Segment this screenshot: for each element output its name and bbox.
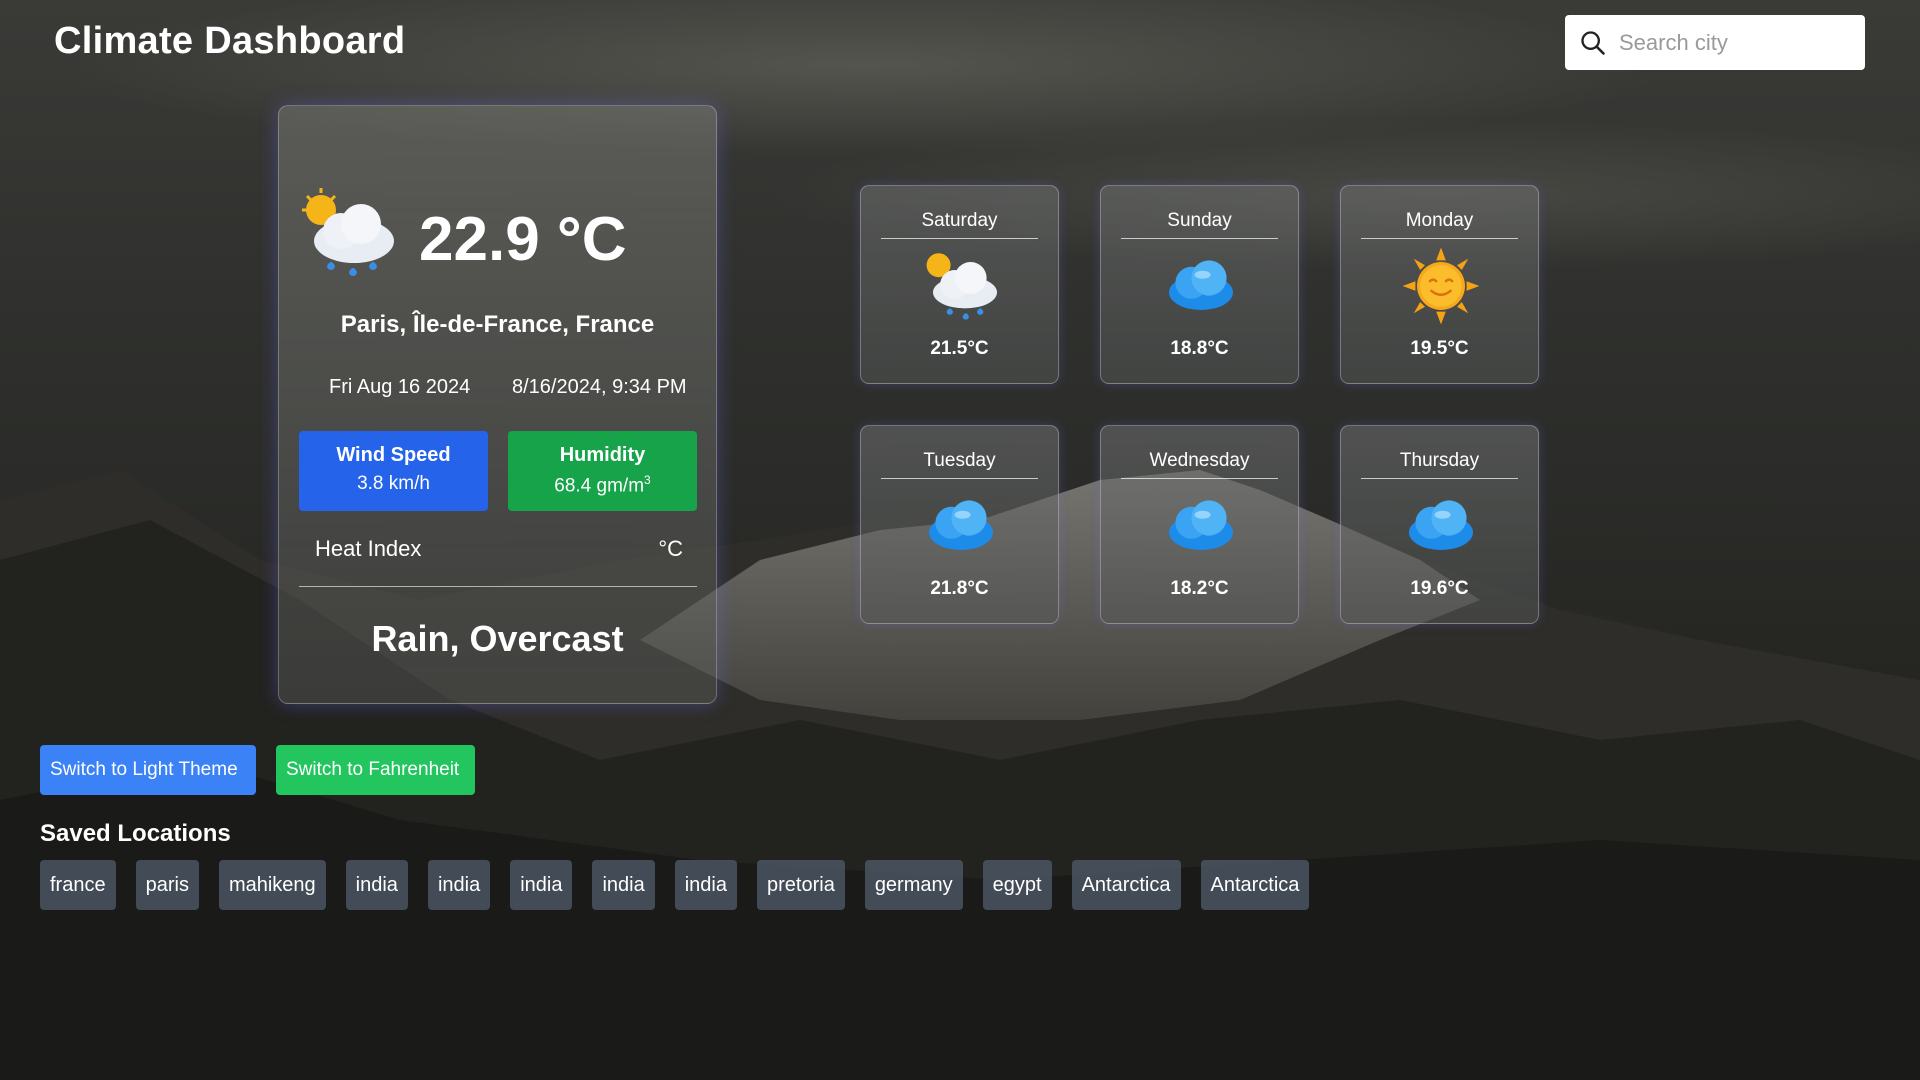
forecast-card: Tuesday 21.8°C	[860, 425, 1059, 624]
forecast-day: Monday	[1361, 210, 1518, 239]
heat-index-unit: °C	[658, 536, 683, 561]
saved-location-chip[interactable]: germany	[864, 860, 963, 910]
saved-location-chip[interactable]: india	[674, 860, 737, 910]
forecast-temp: 19.5°C	[1410, 338, 1469, 359]
switch-unit-button[interactable]: Switch to Fahrenheit	[276, 745, 475, 795]
forecast-day: Tuesday	[881, 450, 1038, 479]
sun-icon	[1402, 247, 1480, 325]
cloud-icon	[929, 500, 993, 550]
sun-cloud-rain-icon	[302, 188, 394, 276]
forecast-temp: 18.8°C	[1170, 338, 1229, 359]
heat-index-label: Heat Index	[315, 536, 422, 561]
cloud-icon	[1409, 500, 1473, 550]
wind-speed-label: Wind Speed	[336, 444, 451, 466]
humidity-value: 68.4 gm/m	[554, 475, 645, 497]
forecast-card: Saturday 21.5°C	[860, 185, 1059, 384]
location-name: Paris, Île-de-France, France	[340, 311, 655, 338]
forecast-temp: 18.2°C	[1170, 578, 1229, 599]
current-temperature: 22.9 °C	[419, 205, 627, 274]
humidity-unit-exponent: 3	[644, 473, 651, 487]
forecast-card: Thursday 19.6°C	[1340, 425, 1539, 624]
forecast-day: Wednesday	[1121, 450, 1278, 479]
forecast-temp: 21.8°C	[930, 578, 989, 599]
wind-speed-value: 3.8 km/h	[357, 473, 430, 494]
forecast-day: Sunday	[1121, 210, 1278, 239]
saved-location-chip[interactable]: mahikeng	[218, 860, 326, 910]
saved-location-chip[interactable]: Antarctica	[1071, 860, 1181, 910]
search-box[interactable]	[1565, 15, 1865, 70]
forecast-temp: 19.6°C	[1410, 578, 1469, 599]
humidity-box: Humidity 68.4 gm/m3	[508, 431, 697, 511]
current-date: Fri Aug 16 2024	[329, 376, 471, 398]
sun-cloud-rain-icon	[926, 253, 997, 320]
saved-location-chip[interactable]: Antarctica	[1200, 860, 1310, 910]
saved-location-chip[interactable]: egypt	[982, 860, 1052, 910]
saved-location-chip[interactable]: pretoria	[757, 860, 845, 910]
switch-theme-button[interactable]: Switch to Light Theme	[40, 745, 256, 795]
forecast-card: Wednesday 18.2°C	[1100, 425, 1299, 624]
forecast-day: Saturday	[881, 210, 1038, 239]
search-icon	[1581, 30, 1605, 55]
heat-index-row: Heat Index °C	[299, 536, 697, 587]
forecast-card: Monday 19.5°C	[1340, 185, 1539, 384]
cloud-icon	[1169, 500, 1233, 550]
cloud-icon	[1169, 260, 1233, 310]
forecast-day: Thursday	[1361, 450, 1518, 479]
saved-locations-title: Saved Locations	[40, 820, 231, 847]
saved-location-chip[interactable]: india	[510, 860, 573, 910]
humidity-value-row: 68.4 gm/m3	[508, 473, 697, 497]
forecast-card: Sunday 18.8°C	[1100, 185, 1299, 384]
current-datetime: 8/16/2024, 9:34 PM	[512, 376, 687, 398]
search-input[interactable]	[1617, 28, 1851, 57]
humidity-label: Humidity	[559, 444, 646, 466]
saved-location-chip[interactable]: india	[427, 860, 491, 910]
saved-location-chip[interactable]: india	[345, 860, 408, 910]
saved-locations-list: france paris mahikeng india india india …	[40, 860, 1310, 910]
current-weather-card: 22.9 °C Paris, Île-de-France, France Fri…	[278, 105, 717, 704]
app-title: Climate Dashboard	[54, 20, 406, 62]
saved-location-chip[interactable]: france	[40, 860, 116, 910]
saved-location-chip[interactable]: india	[592, 860, 655, 910]
forecast-temp: 21.5°C	[930, 338, 989, 359]
saved-location-chip[interactable]: paris	[135, 860, 199, 910]
weather-condition: Rain, Overcast	[371, 618, 624, 659]
wind-speed-box: Wind Speed 3.8 km/h	[299, 431, 488, 511]
